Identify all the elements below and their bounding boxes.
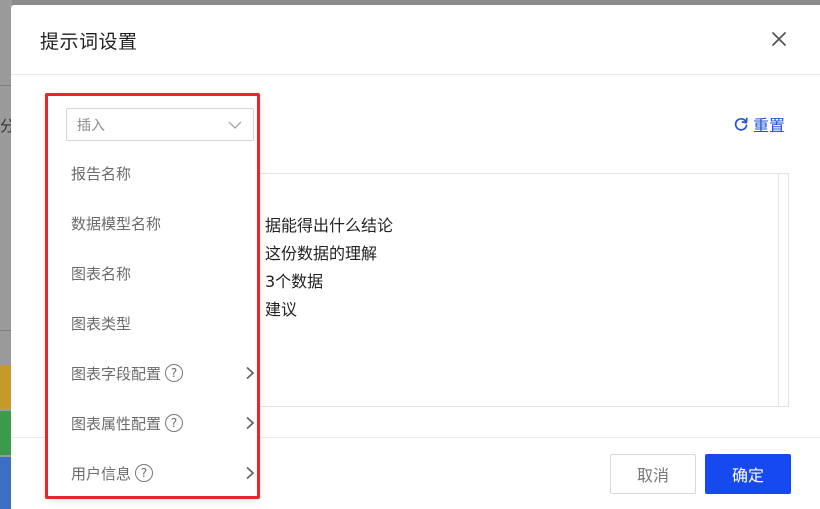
help-icon[interactable]: ? xyxy=(165,414,184,432)
refresh-icon xyxy=(734,117,748,131)
menu-item-label: 图表类型 xyxy=(71,314,132,333)
menu-item-report-name[interactable]: 报告名称 xyxy=(48,153,258,193)
chevron-right-icon xyxy=(246,366,255,380)
reset-label: 重置 xyxy=(753,116,786,135)
dialog-title: 提示词设置 xyxy=(40,31,138,53)
chevron-down-icon xyxy=(228,121,242,129)
menu-item-label: 报告名称 xyxy=(71,164,132,183)
menu-item-label: 图表名称 xyxy=(71,264,132,283)
insert-dropdown-panel: 插入 报告名称 数据模型名称 图表名称 图表类型 图表字段配置 ? 图表属性配置… xyxy=(48,95,258,497)
prompt-line: 3个数据 xyxy=(265,272,324,291)
dialog-header: 提示词设置 xyxy=(11,5,820,75)
editor-scrollbar[interactable] xyxy=(778,174,788,406)
menu-item-label: 图表字段配置 xyxy=(71,364,162,383)
reset-button[interactable]: 重置 xyxy=(733,113,785,135)
help-icon[interactable]: ? xyxy=(165,364,184,382)
chevron-right-icon xyxy=(246,466,255,480)
menu-item-chart-type[interactable]: 图表类型 xyxy=(48,303,258,343)
menu-item-user-info[interactable]: 用户信息 ? xyxy=(48,453,258,493)
close-icon[interactable] xyxy=(770,30,788,48)
help-icon[interactable]: ? xyxy=(135,464,154,482)
menu-item-label: 用户信息 xyxy=(71,464,132,483)
menu-item-chart-name[interactable]: 图表名称 xyxy=(48,253,258,293)
menu-item-data-model-name[interactable]: 数据模型名称 xyxy=(48,203,258,243)
menu-item-label: 图表属性配置 xyxy=(71,414,162,433)
menu-item-chart-attribute-config[interactable]: 图表属性配置 ? xyxy=(48,403,258,443)
chevron-right-icon xyxy=(246,416,255,430)
insert-select[interactable]: 插入 xyxy=(66,108,254,141)
confirm-button[interactable]: 确定 xyxy=(705,454,791,494)
prompt-editor[interactable]: 据能得出什么结论 这份数据的理解 3个数据 建议 xyxy=(251,173,789,407)
prompt-line: 这份数据的理解 xyxy=(265,244,378,263)
menu-item-chart-field-config[interactable]: 图表字段配置 ? xyxy=(48,353,258,393)
prompt-line: 建议 xyxy=(265,300,298,319)
insert-select-placeholder: 插入 xyxy=(77,117,105,134)
prompt-line: 据能得出什么结论 xyxy=(265,216,394,235)
menu-item-label: 数据模型名称 xyxy=(71,214,162,233)
cancel-button[interactable]: 取消 xyxy=(610,454,696,494)
